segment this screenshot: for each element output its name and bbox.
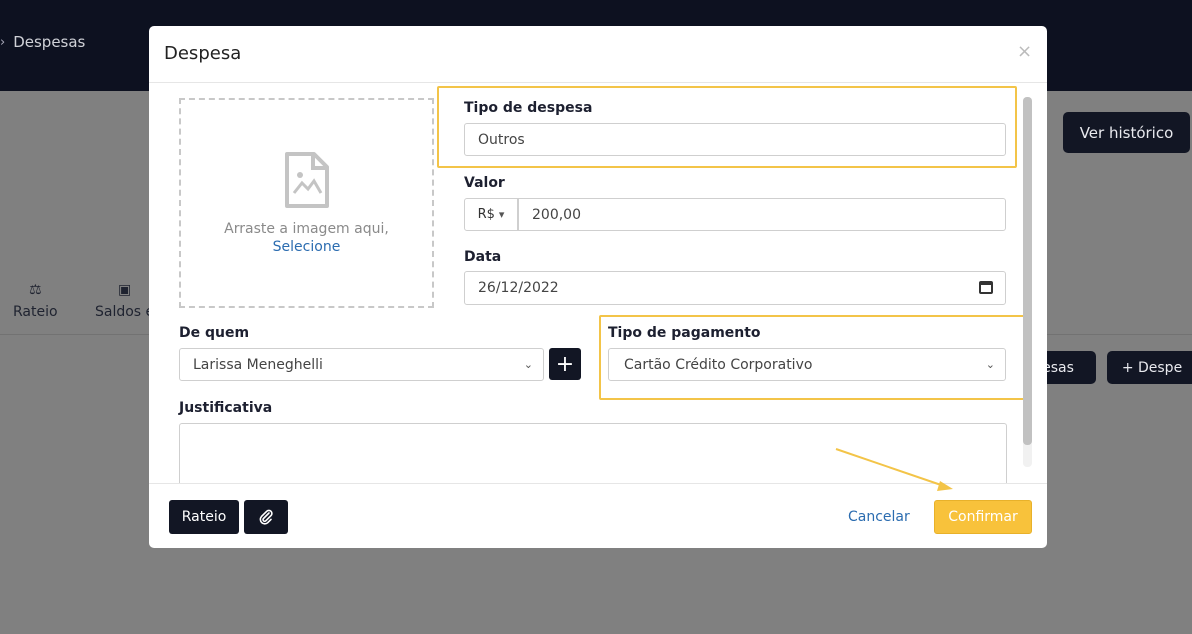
justificativa-label: Justificativa — [179, 400, 273, 416]
valor-input[interactable]: 200,00 — [518, 198, 1006, 231]
tab-rateio[interactable]: ⚖ Rateio — [13, 282, 58, 320]
modal-body: Arraste a imagem aqui, Selecione Tipo de… — [149, 83, 1047, 483]
select-file-link[interactable]: Selecione — [273, 239, 341, 255]
modal-header: Despesa × — [149, 26, 1047, 83]
data-input[interactable]: 26/12/2022 — [464, 271, 1006, 305]
justificativa-textarea[interactable] — [179, 423, 1007, 483]
modal-title: Despesa — [164, 43, 242, 64]
modal-footer: Rateio Cancelar Confirmar — [149, 483, 1047, 548]
dropzone-text: Arraste a imagem aqui, — [224, 221, 389, 237]
scrollbar-thumb[interactable] — [1023, 97, 1032, 445]
tipo-pagamento-label: Tipo de pagamento — [608, 325, 761, 341]
scale-icon: ⚖ — [29, 282, 42, 298]
valor-label: Valor — [464, 175, 505, 191]
chevron-down-icon: ⌄ — [523, 358, 533, 371]
data-label: Data — [464, 249, 502, 265]
confirm-button[interactable]: Confirmar — [934, 500, 1032, 534]
caret-down-icon: ▾ — [498, 208, 505, 221]
attach-button[interactable] — [244, 500, 288, 534]
add-person-button[interactable]: + — [549, 348, 581, 380]
calendar-icon[interactable] — [979, 281, 993, 294]
image-dropzone[interactable]: Arraste a imagem aqui, Selecione — [179, 98, 434, 308]
add-despesa-button[interactable]: + Despe — [1107, 351, 1192, 384]
image-file-icon — [284, 152, 329, 208]
wallet-icon: ▣ — [117, 282, 132, 298]
brand[interactable]: › Despesas — [0, 33, 85, 51]
plus-icon: + — [555, 351, 575, 377]
tipo-despesa-label: Tipo de despesa — [464, 100, 593, 116]
cancel-button[interactable]: Cancelar — [848, 509, 910, 525]
close-icon[interactable]: × — [1017, 41, 1032, 62]
tipo-despesa-input[interactable]: Outros — [464, 123, 1006, 156]
tab-saldos-label: Saldos e — [95, 304, 155, 320]
brand-label: Despesas — [13, 33, 86, 51]
chevron-down-icon: ⌄ — [985, 358, 995, 371]
scrollbar[interactable] — [1023, 97, 1032, 467]
currency-dropdown[interactable]: R$ ▾ — [464, 198, 518, 231]
tipo-pagamento-value: Cartão Crédito Corporativo — [624, 356, 813, 373]
despesa-modal: Despesa × Arraste a imagem aqui, Selecio… — [149, 26, 1047, 548]
de-quem-label: De quem — [179, 325, 250, 341]
chevron-icon: › — [0, 34, 6, 50]
ver-historico-button[interactable]: Ver histórico — [1063, 112, 1190, 153]
paperclip-icon — [259, 509, 273, 525]
tab-rateio-label: Rateio — [13, 304, 58, 320]
data-value: 26/12/2022 — [478, 280, 559, 296]
de-quem-value: Larissa Meneghelli — [193, 356, 323, 373]
tipo-pagamento-select[interactable]: Cartão Crédito Corporativo ⌄ — [608, 348, 1006, 381]
tab-saldos[interactable]: ▣ Saldos e — [95, 282, 154, 320]
de-quem-select[interactable]: Larissa Meneghelli ⌄ — [179, 348, 544, 381]
currency-label: R$ — [477, 207, 495, 222]
rateio-button[interactable]: Rateio — [169, 500, 239, 534]
